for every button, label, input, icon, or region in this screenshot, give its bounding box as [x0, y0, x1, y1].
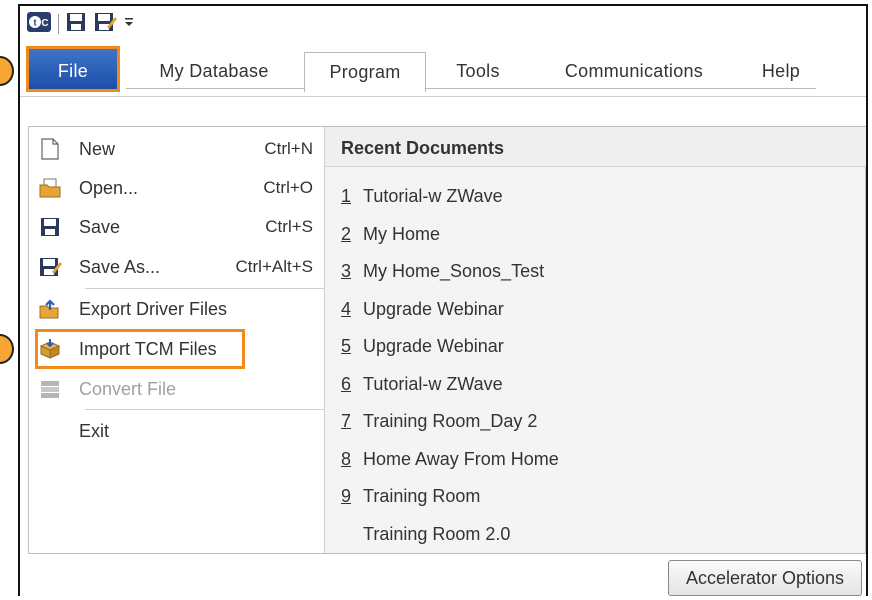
app-logo-icon[interactable]: t C — [26, 10, 52, 39]
recent-item-name: Training Room — [363, 486, 481, 506]
svg-text:t: t — [34, 17, 37, 27]
menu-separator — [85, 288, 325, 289]
file-menu: New Ctrl+N Open... Ctrl+O Save Ctrl+S Sa… — [29, 127, 325, 553]
recent-item-name: Training Room 2.0 — [363, 524, 511, 544]
accelerator-options-button[interactable]: Accelerator Options — [668, 560, 862, 596]
import-highlight-box — [35, 329, 245, 369]
ribbon-tabs: File My Database Program Tools Communica… — [26, 44, 866, 96]
tab-help[interactable]: Help — [750, 52, 812, 90]
recent-item-number: 5 — [341, 336, 352, 356]
tab-program[interactable]: Program — [304, 52, 426, 92]
recent-item[interactable]: 6 Tutorial-w ZWave — [341, 367, 503, 401]
recent-item-name: Upgrade Webinar — [363, 299, 504, 319]
step-callout-2 — [0, 334, 14, 364]
save-icon[interactable] — [65, 11, 87, 38]
ribbon-divider — [20, 96, 866, 97]
recent-item-number: 3 — [341, 261, 352, 281]
recent-item-number: 4 — [341, 299, 352, 319]
menu-item-open[interactable]: Open... Ctrl+O — [37, 170, 319, 206]
shortcut-label: Ctrl+Alt+S — [235, 257, 313, 276]
tab-file[interactable]: File — [26, 46, 120, 92]
recent-item[interactable]: 7 Training Room_Day 2 — [341, 404, 537, 438]
recent-item-name: Training Room_Day 2 — [363, 411, 538, 431]
file-menu-panel: New Ctrl+N Open... Ctrl+O Save Ctrl+S Sa… — [28, 126, 866, 554]
recent-item-name: Tutorial-w ZWave — [363, 374, 503, 394]
recent-documents-panel: Recent Documents 1 Tutorial-w ZWave 2 My H… — [324, 127, 866, 553]
customize-toolbar-dropdown-icon[interactable] — [123, 15, 135, 34]
recent-item-name: Tutorial-w ZWave — [363, 186, 503, 206]
menu-item-label: Exit — [79, 420, 110, 441]
recent-item[interactable]: 3 My Home_Sonos_Test — [341, 254, 544, 288]
save-as-icon — [37, 254, 63, 280]
menu-item-export-driver-files[interactable]: Export Driver Files — [37, 291, 319, 327]
recent-item[interactable]: 9 Training Room — [341, 479, 480, 513]
menu-item-save-as[interactable]: Save As... Ctrl+Alt+S — [37, 249, 319, 285]
menu-item-label: Convert File — [79, 378, 177, 399]
recent-item-number: 7 — [341, 411, 352, 431]
recent-item-name: My Home_Sonos_Test — [363, 261, 545, 281]
menu-item-new[interactable]: New Ctrl+N — [37, 131, 319, 167]
recent-item[interactable]: 4 Upgrade Webinar — [341, 292, 504, 326]
shortcut-label: Ctrl+S — [265, 217, 313, 236]
recent-item-name: Home Away From Home — [363, 449, 559, 469]
step-callout-1 — [0, 56, 14, 86]
menu-item-label: Save — [79, 216, 121, 237]
recent-item-name: Upgrade Webinar — [363, 336, 504, 356]
tab-my-database[interactable]: My Database — [138, 52, 290, 90]
export-icon — [37, 296, 63, 322]
recent-item[interactable]: 5 Upgrade Webinar — [341, 329, 504, 363]
save-icon — [37, 214, 63, 240]
menu-item-convert-file: Convert File — [37, 371, 319, 407]
tab-tools[interactable]: Tools — [440, 52, 516, 90]
recent-item[interactable]: Training Room 2.0 — [341, 517, 510, 551]
recent-documents-header: Recent Documents — [325, 127, 866, 167]
menu-separator — [85, 409, 325, 410]
svg-text:C: C — [41, 18, 48, 29]
recent-item[interactable]: 8 Home Away From Home — [341, 442, 559, 476]
shortcut-label: Ctrl+O — [263, 178, 313, 197]
toolbar-separator — [58, 14, 59, 34]
new-document-icon — [37, 136, 63, 162]
recent-item-number: 2 — [341, 224, 352, 244]
exit-icon-placeholder — [37, 418, 63, 444]
menu-item-save[interactable]: Save Ctrl+S — [37, 209, 319, 245]
menu-item-label: Open... — [79, 177, 139, 198]
recent-item-number: 6 — [341, 374, 352, 394]
menu-item-label: Export Driver Files — [79, 298, 228, 319]
recent-item[interactable]: 2 My Home — [341, 217, 440, 251]
recent-item-number: 8 — [341, 449, 352, 469]
recent-item-name: My Home — [363, 224, 441, 244]
menu-item-exit[interactable]: Exit — [37, 413, 319, 449]
quick-access-toolbar: t C — [26, 10, 135, 38]
shortcut-label: Ctrl+N — [264, 139, 313, 158]
save-as-icon[interactable] — [93, 11, 117, 38]
recent-item[interactable]: 1 Tutorial-w ZWave — [341, 179, 503, 213]
recent-item-number: 9 — [341, 486, 352, 506]
convert-icon — [37, 376, 63, 402]
menu-item-label: Save As... — [79, 256, 161, 277]
recent-item-number: 1 — [341, 186, 352, 206]
menu-item-label: New — [79, 138, 116, 159]
open-folder-icon — [37, 175, 63, 201]
tab-communications[interactable]: Communications — [542, 52, 726, 90]
